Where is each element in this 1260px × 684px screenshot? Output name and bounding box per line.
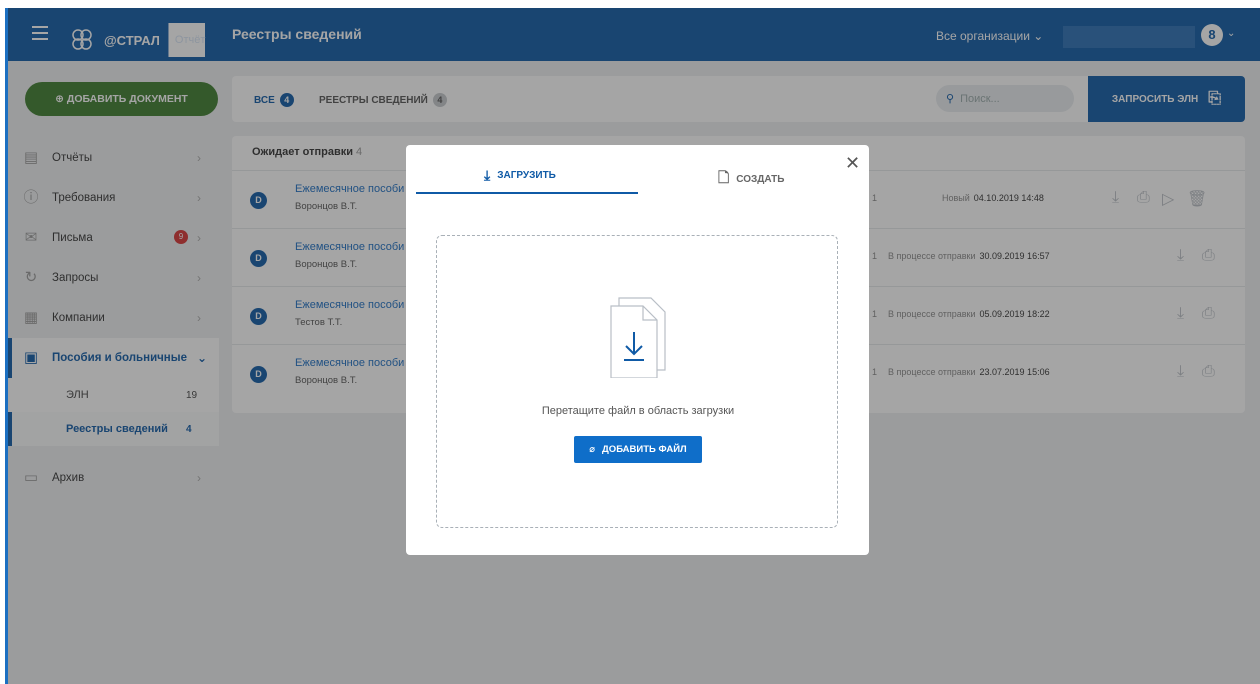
add-file-button[interactable]: ⌀ ДОБАВИТЬ ФАЙЛ (574, 436, 702, 463)
upload-modal: ⤓ ЗАГРУЗИТЬ 🗋 СОЗДАТЬ ✕ Перетащите файл … (406, 145, 869, 555)
file-download-icon (610, 297, 666, 378)
file-add-icon: 🗋 (718, 169, 730, 185)
app-frame: @СТРАЛ Отчёт Реестры сведений Все органи… (8, 8, 1260, 684)
download-icon: ⤓ (484, 167, 491, 183)
tab-upload[interactable]: ⤓ ЗАГРУЗИТЬ (484, 167, 556, 184)
drop-zone-text: Перетащите файл в область загрузки (541, 405, 735, 417)
tab-create[interactable]: 🗋 СОЗДАТЬ (718, 167, 784, 191)
active-tab-underline (416, 192, 638, 194)
paperclip-icon: ⌀ (589, 444, 596, 455)
close-icon[interactable]: ✕ (845, 153, 860, 174)
drop-zone[interactable]: Перетащите файл в область загрузки ⌀ ДОБ… (436, 235, 838, 528)
